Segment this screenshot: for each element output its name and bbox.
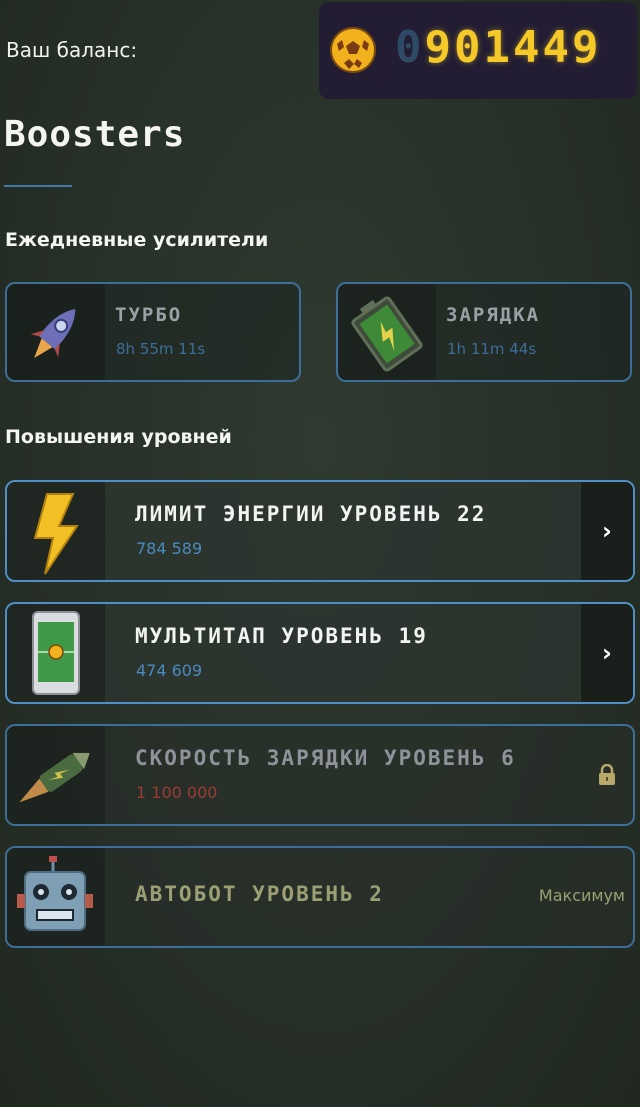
balance-label: Ваш баланс: — [6, 38, 138, 62]
upgrade-name: ЛИМИТ ЭНЕРГИИ УРОВЕНЬ 22 — [135, 502, 487, 526]
daily-section-title: Ежедневные усилители — [5, 229, 269, 251]
upgrades-section-title: Повышения уровней — [5, 426, 232, 448]
upgrade-name: МУЛЬТИТАП УРОВЕНЬ 19 — [135, 624, 428, 648]
upgrade-name: СКОРОСТЬ ЗАРЯДКИ УРОВЕНЬ 6 — [135, 746, 516, 770]
soccer-ball-icon — [330, 27, 376, 73]
upgrade-card-autobot[interactable]: АВТОБОТ УРОВЕНЬ 2 Максимум — [5, 846, 635, 948]
daily-card-timer: 8h 55m 11s — [116, 340, 206, 358]
upgrade-card-multitap[interactable]: МУЛЬТИТАП УРОВЕНЬ 19 474 609 › — [5, 602, 635, 704]
daily-card-charge[interactable]: ЗАРЯДКА 1h 11m 44s — [336, 282, 632, 382]
chevron-right-icon[interactable]: › — [581, 482, 633, 580]
upgrade-card-charge-speed[interactable]: СКОРОСТЬ ЗАРЯДКИ УРОВЕНЬ 6 1 100 000 — [5, 724, 635, 826]
daily-card-name: ЗАРЯДКА — [446, 304, 541, 326]
lock-icon — [599, 764, 615, 785]
battery-icon — [351, 296, 423, 372]
balance-value: 901449 — [424, 22, 602, 73]
page-title: Boosters — [4, 114, 186, 155]
upgrade-card-energy-limit[interactable]: ЛИМИТ ЭНЕРГИИ УРОВЕНЬ 22 784 589 › — [5, 480, 635, 582]
rocket-icon — [30, 309, 76, 359]
upgrade-price: 474 609 — [136, 661, 203, 680]
title-underline — [4, 185, 72, 187]
charging-rocket-icon — [19, 752, 90, 803]
robot-icon — [17, 856, 93, 931]
max-level-label: Максимум — [538, 886, 625, 905]
daily-card-timer: 1h 11m 44s — [447, 340, 537, 358]
chevron-right-icon[interactable]: › — [581, 604, 633, 702]
balance-leading-zero: 0 — [395, 22, 425, 73]
balance-display: 0901449 — [319, 2, 637, 99]
upgrade-price: 784 589 — [136, 539, 203, 558]
daily-card-name: ТУРБО — [115, 304, 183, 326]
phone-icon — [32, 611, 80, 695]
upgrade-name: АВТОБОТ УРОВЕНЬ 2 — [135, 882, 384, 906]
daily-card-turbo[interactable]: ТУРБО 8h 55m 11s — [5, 282, 301, 382]
upgrade-price: 1 100 000 — [136, 783, 218, 802]
lightning-icon — [33, 493, 79, 575]
